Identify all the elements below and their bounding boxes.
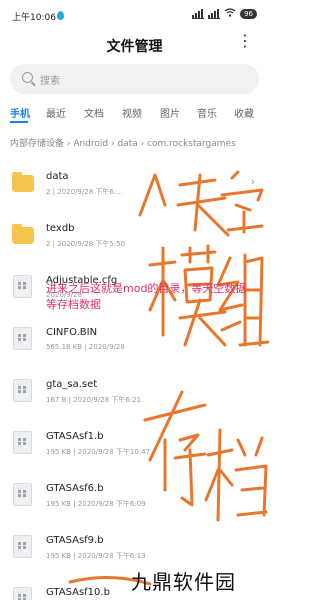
watermark: 九鼎软件园: [131, 570, 236, 594]
overlay-caption: 进来之后这就是mod的目录，等天空数据等存档数据: [46, 282, 247, 311]
